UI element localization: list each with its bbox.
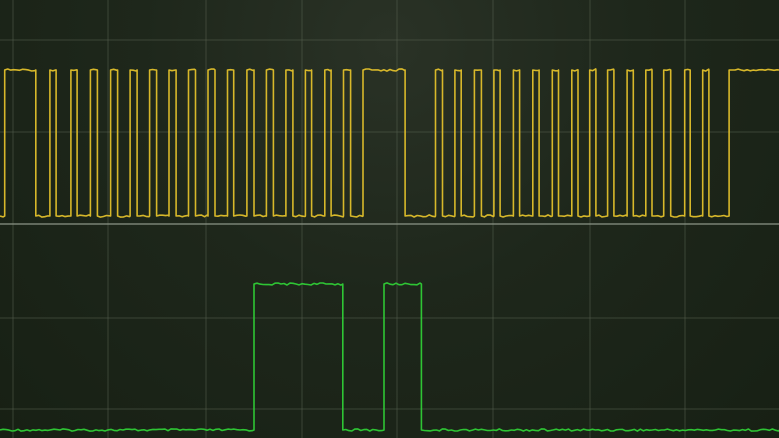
graticule-grid — [0, 0, 779, 438]
oscilloscope-screen — [0, 0, 779, 438]
trace-layer — [0, 68, 779, 432]
trace-ch1 — [0, 68, 779, 218]
scope-display — [0, 0, 779, 438]
